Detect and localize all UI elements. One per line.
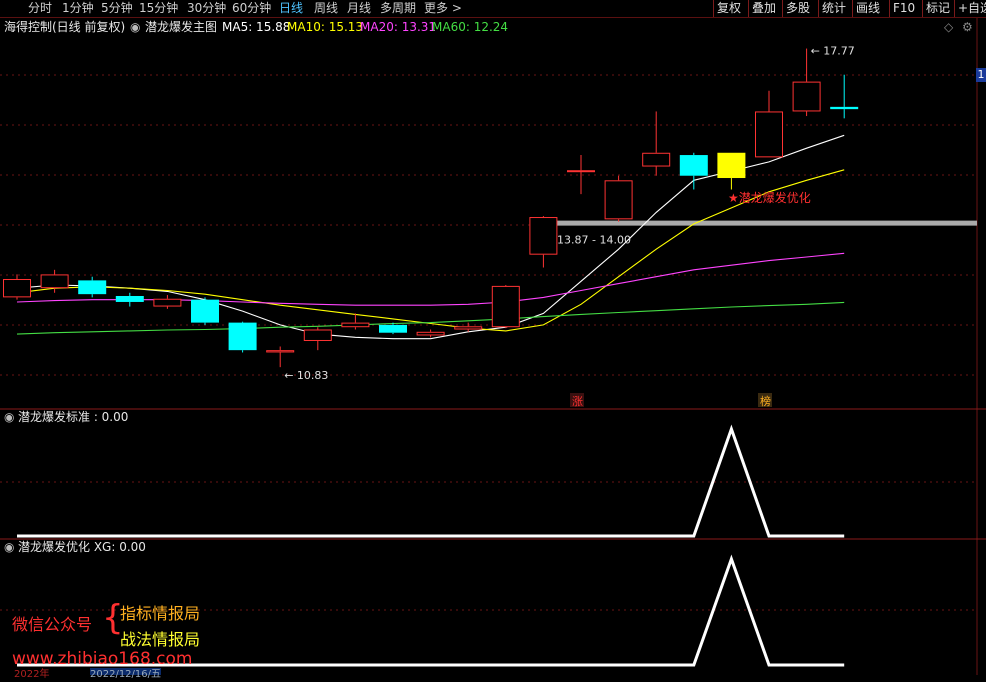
candle: [416, 329, 445, 338]
ma-label-3: MA60: 12.24: [432, 20, 509, 34]
candle: [228, 321, 257, 353]
date-label-cursor: 2022/12/16/五: [90, 668, 162, 680]
kline-chart: ← 17.77 ← 10.83 13.87 - 14.00 ★潜龙爆发优化涨 榜: [0, 18, 986, 675]
gear-icon[interactable]: ⚙: [962, 20, 973, 34]
candle-body: [679, 155, 708, 176]
sub2-toggle-icon[interactable]: ◉: [4, 540, 14, 554]
candle: [679, 152, 708, 190]
ma-label-1: MA10: 15.13: [287, 20, 364, 34]
candle: [830, 74, 859, 119]
low-price-label: ← 10.83: [284, 369, 328, 382]
main-indicator-name[interactable]: 潜龙爆发主图: [145, 20, 217, 34]
diamond-icon[interactable]: ◇: [944, 20, 953, 34]
ma-label-2: MA20: 13.31: [360, 20, 437, 34]
candle: [153, 295, 182, 309]
candle-body: [529, 217, 558, 255]
ma-label-0: MA5: 15.88: [222, 20, 291, 34]
candle-body: [228, 322, 257, 351]
candle-body: [604, 180, 633, 220]
marker-bang-text: 榜: [760, 394, 771, 408]
candle: [266, 346, 295, 368]
candle: [792, 48, 821, 117]
candle-body: [266, 350, 295, 353]
marker-bang: 榜: [758, 393, 772, 408]
candle-body: [416, 331, 445, 336]
candle-body: [153, 298, 182, 307]
candle-body: [567, 170, 595, 173]
candle-body: [491, 285, 520, 328]
candle: [491, 284, 520, 329]
candle: [604, 175, 633, 222]
ma10-line: [16, 169, 845, 332]
signal-label: ★潜龙爆发优化: [728, 190, 811, 205]
brand-2: 战法情报局: [120, 630, 201, 649]
right-badge[interactable]: 1: [976, 68, 986, 82]
candle-body: [303, 329, 332, 341]
candle: [529, 216, 558, 268]
candle-body: [792, 81, 821, 112]
candle-body: [3, 279, 31, 298]
zone-label: 13.87 - 14.00: [557, 234, 631, 247]
candle-body: [115, 295, 144, 302]
date-label-year: 2022年: [14, 669, 50, 680]
candle: [303, 327, 332, 351]
candle: [717, 152, 746, 190]
candle-body: [717, 152, 746, 179]
site-url[interactable]: www.zhibiao168.com: [12, 649, 192, 669]
sub1-toggle-icon[interactable]: ◉: [4, 410, 14, 424]
grid-lines: [0, 18, 986, 675]
candle: [78, 276, 107, 298]
candle-body: [830, 106, 859, 110]
candle: [191, 297, 219, 325]
wechat-label: 微信公众号: [12, 615, 93, 634]
indicator-toggle-icon[interactable]: ◉: [130, 20, 140, 34]
high-price-label: ← 17.77: [811, 45, 855, 58]
candle: [642, 111, 671, 176]
candle-body: [78, 280, 107, 295]
marker-zhang-text: 涨: [572, 395, 583, 408]
candle-body: [379, 324, 407, 333]
candle-body: [454, 326, 483, 330]
stock-title: 海得控制(日线 前复权): [4, 20, 126, 34]
brand-1: 指标情报局: [120, 604, 201, 623]
candle-body: [341, 322, 370, 328]
sub1-title[interactable]: 潜龙爆发标准 : 0.00: [18, 410, 128, 424]
candle-body: [755, 111, 783, 158]
candles: [3, 48, 859, 368]
candle-body: [191, 299, 219, 323]
candle: [115, 292, 144, 307]
candle: [3, 274, 31, 300]
candle-body: [40, 274, 69, 289]
sub2-title[interactable]: 潜龙爆发优化 XG: 0.00: [18, 540, 146, 554]
candle: [755, 90, 783, 158]
ma60-line: [16, 301, 845, 335]
candle-body: [642, 152, 671, 167]
marker-zhang: 涨: [570, 393, 584, 408]
